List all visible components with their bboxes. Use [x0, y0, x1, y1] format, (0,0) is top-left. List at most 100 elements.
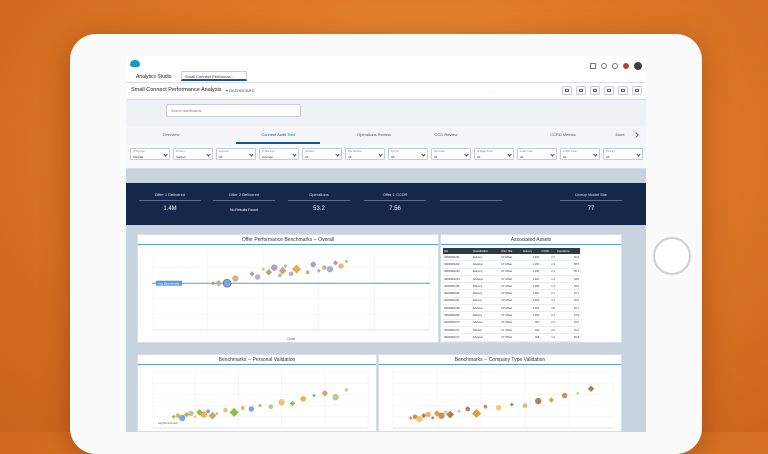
company-scatter-chart[interactable] [379, 366, 621, 432]
data-point[interactable] [278, 273, 282, 278]
data-point[interactable] [561, 392, 568, 399]
avatar[interactable] [634, 62, 642, 70]
help-icon[interactable] [601, 63, 607, 69]
data-point[interactable] [332, 260, 339, 266]
filter-2[interactable]: Segment All [216, 148, 256, 160]
data-point[interactable] [193, 415, 197, 419]
data-point[interactable] [288, 271, 294, 277]
tab-ccrd[interactable]: CCRD Metrics [538, 126, 588, 144]
filter-0[interactable]: Cl Number PHASE [130, 148, 170, 160]
overall-scatter-chart[interactable]: Avg Benchmark Close [138, 246, 438, 342]
personal-scatter-chart[interactable]: Avg Benchmark [138, 366, 376, 432]
data-point[interactable] [292, 264, 302, 274]
data-point[interactable] [261, 267, 265, 271]
data-point[interactable] [310, 261, 316, 268]
data-point[interactable] [321, 390, 329, 397]
data-point[interactable] [240, 405, 245, 410]
table-row[interactable]: ID000081272 Advance CT Offset 926 1.9 50.8 [443, 333, 580, 342]
data-point[interactable] [278, 399, 285, 406]
table-row[interactable]: ID000081269 Delivery CT Offset 1.00K 2.1 51.9 [443, 311, 580, 320]
highlight-point[interactable] [222, 278, 232, 288]
tab-ccd[interactable]: CCD Review [426, 126, 466, 144]
data-point[interactable] [465, 406, 471, 412]
table-row[interactable]: ID000081270 Advance CT Offset 967 2.4 51.5 [443, 319, 580, 327]
search-icon[interactable] [576, 86, 586, 95]
data-point[interactable] [249, 271, 255, 277]
setup-gear-icon[interactable] [612, 63, 618, 69]
tab-operations[interactable]: Operations Review [344, 126, 404, 144]
data-point[interactable] [326, 265, 334, 273]
data-point[interactable] [271, 264, 278, 271]
filter-5[interactable]: Site Number All [345, 148, 385, 160]
data-point[interactable] [408, 415, 413, 420]
data-point[interactable] [576, 391, 580, 395]
share-icon[interactable] [590, 86, 600, 95]
data-point[interactable] [278, 266, 287, 275]
data-point[interactable] [305, 270, 310, 275]
data-point[interactable] [248, 406, 255, 412]
table-row[interactable]: ID000081265 Delivery CT Offset 1.02K 2.4 53.9 [443, 282, 580, 291]
kpi-tile-2[interactable]: Operations 53.2 [282, 183, 356, 225]
data-point[interactable] [509, 402, 514, 407]
data-point[interactable] [216, 280, 222, 286]
filter-4[interactable]: Location All [302, 148, 342, 160]
tab-overview[interactable]: Overview [146, 126, 196, 144]
data-point[interactable] [438, 412, 445, 419]
data-point[interactable] [548, 397, 555, 403]
data-point[interactable] [443, 410, 448, 415]
chevron-right-icon[interactable] [633, 132, 639, 138]
data-point[interactable] [457, 409, 461, 413]
data-point[interactable] [289, 400, 296, 406]
data-point[interactable] [587, 385, 595, 393]
data-point[interactable] [215, 412, 219, 415]
table-row[interactable]: ID000081268 Advance CT Offset 1.01K 1.8 52.1 [443, 304, 580, 313]
data-point[interactable] [322, 265, 327, 270]
filter-6[interactable]: Unit ID All [388, 148, 428, 160]
data-point[interactable] [431, 416, 434, 420]
data-point[interactable] [254, 274, 261, 280]
data-point[interactable] [211, 281, 216, 286]
filter-8[interactable]: Al Wage Form All [474, 148, 514, 160]
data-point[interactable] [265, 269, 273, 276]
data-point[interactable] [332, 394, 339, 401]
table-row[interactable]: ID000081271 Delivery CT Offset 931 2.6 51.2 [443, 326, 580, 335]
data-point[interactable] [229, 407, 239, 417]
table-row[interactable]: ID000081262 Advance CT Offset 1.16K 2.4 58.5 [443, 260, 580, 269]
dashboard-switcher[interactable]: ▾ DASHBOARD [226, 88, 254, 93]
table-row[interactable]: ID000081263 Delivery CT Offset 1.13K 2.1 55.7 [443, 268, 580, 276]
tab-connect-audit[interactable]: Connect Audit Tool [236, 126, 320, 144]
data-point[interactable] [535, 397, 542, 405]
table-row[interactable]: ID000081261 Delivery CT Offset 1.23K 2.7 60.2 [443, 254, 580, 262]
close-icon[interactable] [562, 86, 572, 95]
data-point[interactable] [522, 403, 528, 408]
data-point[interactable] [344, 388, 349, 392]
data-point[interactable] [171, 414, 176, 419]
export-icon[interactable] [604, 86, 614, 95]
data-point[interactable] [200, 411, 208, 418]
filter-3[interactable]: Cl Manager Average [259, 148, 299, 160]
data-point[interactable] [416, 415, 423, 423]
data-point[interactable] [268, 404, 274, 410]
tab-dashboard[interactable]: Small Connect Performan... [181, 71, 247, 81]
data-point[interactable] [338, 263, 344, 269]
notification-icon[interactable] [623, 63, 629, 69]
kpi-tile-0[interactable]: Offer 1 Delivered 1.4M [133, 183, 207, 225]
filter-7[interactable]: Call Label All [431, 148, 471, 160]
filter-9[interactable]: Level Code All [517, 148, 557, 160]
filter-10[interactable]: CCRD Code All [560, 148, 600, 160]
table-row[interactable]: ID000081264 Advance CT Offset 1.11K 1.4 54.8 [443, 275, 580, 284]
more-icon[interactable] [632, 86, 642, 95]
data-point[interactable] [312, 394, 316, 397]
table-row[interactable]: ID000081267 Delivery CT Offset 1.01K 3.1 52.6 [443, 297, 580, 306]
data-point[interactable] [495, 405, 502, 411]
data-point[interactable] [316, 268, 321, 273]
filter-1[interactable]: Product Subject [173, 148, 213, 160]
data-point[interactable] [483, 404, 488, 409]
kpi-tile-4[interactable] [434, 183, 508, 225]
grid-icon[interactable] [590, 63, 596, 69]
data-point[interactable] [206, 409, 211, 414]
data-point[interactable] [425, 411, 431, 418]
data-point[interactable] [188, 410, 194, 417]
table-row[interactable]: ID000081266 Delivery CT Offset 1.02K 2.3 57.1 [443, 289, 580, 298]
data-point[interactable] [223, 407, 228, 413]
